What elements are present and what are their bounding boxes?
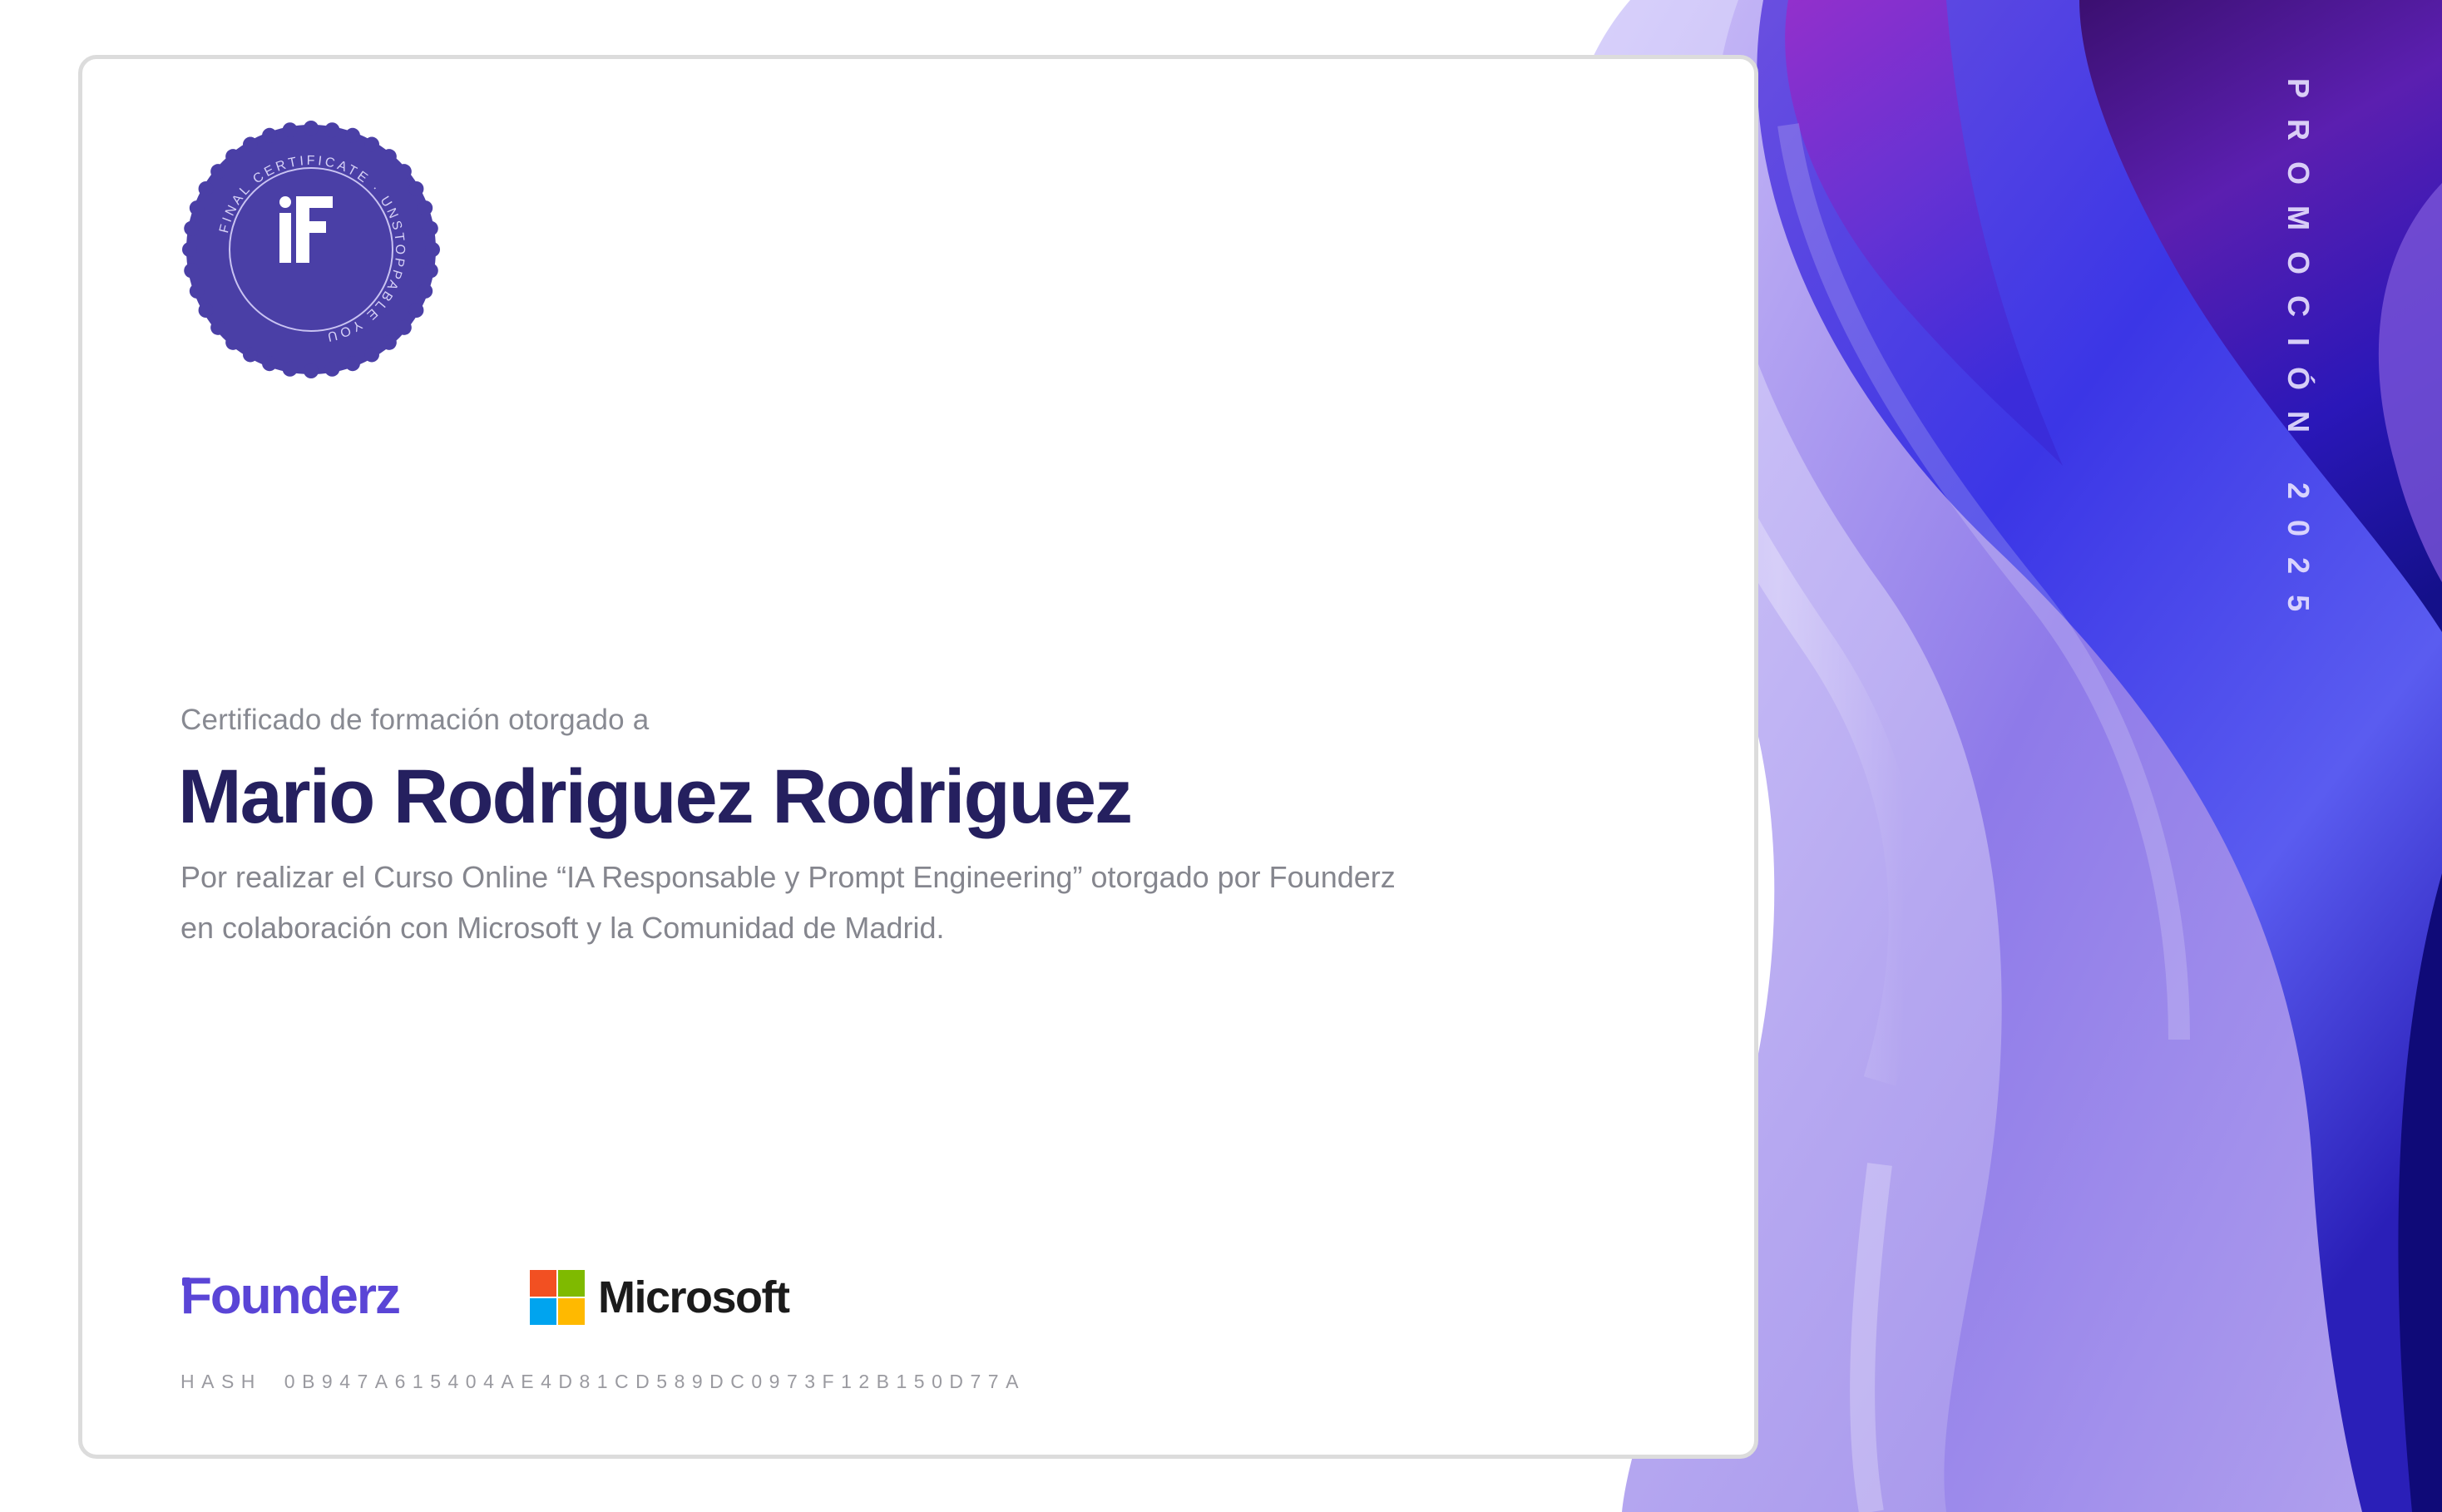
seal-scallop — [324, 122, 340, 138]
course-description: Por realizar el Curso Online “IA Respons… — [180, 860, 1396, 945]
seal-scallop — [189, 283, 205, 299]
seal-scallop — [396, 164, 412, 180]
seal-scallop — [225, 149, 241, 165]
seal-scallop — [184, 220, 200, 236]
seal-scallop — [282, 122, 298, 138]
seal-scallop — [418, 283, 433, 299]
seal-scallop — [396, 319, 412, 335]
seal-scallop — [225, 334, 241, 350]
seal-scallop — [243, 136, 258, 152]
founderz-logo-dot — [182, 1277, 190, 1286]
seal-scallop — [243, 347, 258, 363]
seal-scallop — [408, 181, 424, 196]
seal-scallop — [408, 303, 424, 318]
seal-scallop — [210, 164, 226, 180]
certificate-hash: HASH 0B947A615404AE4D81CD589DC0973F12B15… — [180, 1371, 1026, 1393]
seal-scallop — [418, 200, 433, 216]
promotion-label: PROMOCIÓN 2025 — [2281, 78, 2316, 633]
seal-scallop — [344, 356, 360, 372]
seal-scallop — [304, 121, 319, 136]
seal-scallop — [324, 361, 340, 377]
seal-scallop — [364, 136, 379, 152]
certificate-page: FINAL CERTIFICATE · UNSTOPPABLE YOU Cert… — [0, 0, 2442, 1512]
seal-scallop — [184, 263, 200, 279]
seal-scallop — [282, 361, 298, 377]
hash-label: HASH — [180, 1371, 262, 1392]
seal-scallop — [381, 334, 397, 350]
certificate-eyebrow: Certificado de formación otorgado a — [180, 704, 650, 736]
seal-scallop — [364, 347, 379, 363]
founderz-logo: Founderz — [180, 1271, 401, 1322]
seal-scallop — [304, 363, 319, 378]
seal-scallop — [381, 149, 397, 165]
seal-scallop — [425, 242, 440, 257]
recipient-name: Mario Rodriguez Rodriguez — [178, 754, 1133, 839]
seal-scallop — [423, 220, 438, 236]
seal-scallop — [262, 356, 278, 372]
certificate-seal-icon: FINAL CERTIFICATE · UNSTOPPABLE YOU — [182, 121, 440, 378]
seal-scallop — [210, 319, 226, 335]
founderz-logo-text: Founderz — [180, 1267, 401, 1325]
seal-scallop — [182, 242, 197, 257]
microsoft-windows-icon — [530, 1270, 585, 1325]
seal-scallop — [423, 263, 438, 279]
microsoft-logo: Microsoft — [530, 1270, 790, 1325]
seal-scallop — [189, 200, 205, 216]
microsoft-logo-text: Microsoft — [598, 1272, 790, 1322]
seal-scallop — [198, 303, 214, 318]
hash-value: 0B947A615404AE4D81CD589DC0973F12B150D77A — [284, 1371, 1026, 1392]
seal-scallop — [262, 127, 278, 143]
seal-scallop — [198, 181, 214, 196]
seal-scallop — [344, 127, 360, 143]
